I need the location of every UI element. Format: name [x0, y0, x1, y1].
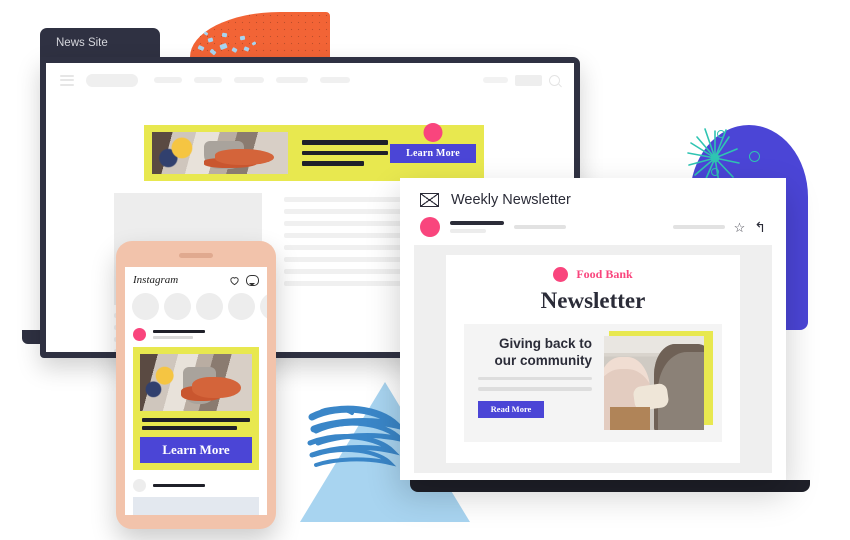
browser-tab-label: News Site — [56, 37, 108, 49]
newsletter-read-more-button[interactable]: Read More — [478, 400, 544, 418]
newsletter-brand: Food Bank — [464, 267, 722, 282]
newsletter-feature-line — [478, 387, 592, 391]
story-item[interactable] — [196, 293, 223, 320]
newsletter-feature-image — [604, 336, 704, 430]
instagram-post-header — [125, 320, 267, 347]
phone-speaker — [179, 253, 213, 258]
site-navigation-bar — [46, 63, 574, 97]
avatar[interactable] — [133, 479, 146, 492]
instagram-next-post-image — [133, 497, 259, 515]
site-logo-placeholder[interactable] — [86, 73, 138, 87]
story-item[interactable] — [164, 293, 191, 320]
post-author-lines — [153, 329, 205, 340]
phone-mockup: Instagram Learn More — [116, 241, 276, 529]
instagram-next-post-header — [125, 470, 267, 497]
nav-item[interactable] — [276, 77, 308, 83]
banner-ad-cta-group: Learn More — [390, 122, 476, 163]
instagram-stories-row — [125, 293, 267, 320]
instagram-logo: Instagram — [133, 274, 179, 286]
arch-dot-icon — [711, 168, 719, 176]
instagram-ad-caption — [142, 418, 250, 430]
search-icon[interactable] — [549, 74, 560, 86]
banner-ad-headline — [302, 140, 388, 166]
banner-learn-more-button[interactable]: Learn More — [390, 143, 476, 163]
story-item[interactable] — [132, 293, 159, 320]
arch-dot-icon — [717, 130, 725, 138]
nav-item[interactable] — [320, 77, 350, 83]
instagram-sponsored-ad[interactable]: Learn More — [133, 347, 259, 470]
nav-right-group — [483, 74, 560, 86]
instagram-top-bar: Instagram — [125, 267, 267, 293]
mail-title-row: Weekly Newsletter — [420, 192, 766, 208]
newsletter-feature-headline: Giving back to our community — [494, 336, 592, 368]
mail-timestamp-placeholder — [672, 225, 725, 229]
mail-subject-block — [514, 225, 566, 229]
avatar[interactable] — [133, 328, 146, 341]
banner-ad-image — [152, 132, 288, 174]
avatar[interactable] — [420, 217, 440, 237]
newsletter-card: Food Bank Newsletter Giving back to our … — [446, 255, 740, 463]
hamburger-menu-icon[interactable] — [60, 74, 74, 86]
newsletter-feature-image-wrap — [604, 331, 713, 430]
mail-actions: ☆ ↰ — [672, 220, 766, 234]
browser-tab[interactable]: News Site — [40, 28, 160, 58]
newsletter-feature-line — [478, 376, 592, 381]
newsletter-feature-panel: Giving back to our community Read More — [464, 324, 722, 442]
mail-body: Food Bank Newsletter Giving back to our … — [414, 245, 772, 473]
brand-dot-icon — [553, 267, 569, 282]
illustration-stage: News Site Learn More Instagram Learn Mor… — [0, 0, 850, 540]
story-item[interactable] — [228, 293, 255, 320]
nav-utility-link[interactable] — [483, 77, 508, 83]
newsletter-title: Newsletter — [540, 288, 646, 313]
phone-screen: Instagram Learn More — [125, 267, 267, 515]
nav-item[interactable] — [234, 77, 264, 83]
banner-ad[interactable]: Learn More — [144, 122, 484, 181]
envelope-icon — [420, 193, 439, 207]
star-icon[interactable]: ☆ — [734, 221, 746, 234]
mail-window-title: Weekly Newsletter — [451, 192, 571, 208]
weekly-newsletter-window: Weekly Newsletter ☆ ↰ Food Bank Newslett… — [400, 178, 786, 480]
message-bubble-icon[interactable] — [246, 274, 259, 286]
post-author-line — [153, 483, 205, 488]
mail-window-stand — [410, 480, 810, 492]
arch-dot-icon — [749, 151, 760, 162]
nav-item[interactable] — [154, 77, 182, 83]
heart-icon[interactable] — [229, 275, 240, 286]
mail-sender-block — [450, 221, 504, 233]
brand-dot-icon — [423, 122, 443, 142]
mail-header: Weekly Newsletter ☆ ↰ — [400, 178, 786, 237]
mail-meta-row: ☆ ↰ — [420, 217, 766, 237]
brand-name: Food Bank — [576, 267, 633, 281]
instagram-ad-image — [140, 354, 252, 411]
reply-arrow-icon[interactable]: ↰ — [754, 220, 766, 234]
nav-item[interactable] — [194, 77, 222, 83]
nav-utility-button[interactable] — [515, 74, 542, 86]
instagram-learn-more-button[interactable]: Learn More — [140, 437, 252, 463]
instagram-action-icons — [229, 274, 259, 286]
newsletter-feature-text: Giving back to our community Read More — [478, 336, 592, 418]
story-item[interactable] — [260, 293, 267, 320]
